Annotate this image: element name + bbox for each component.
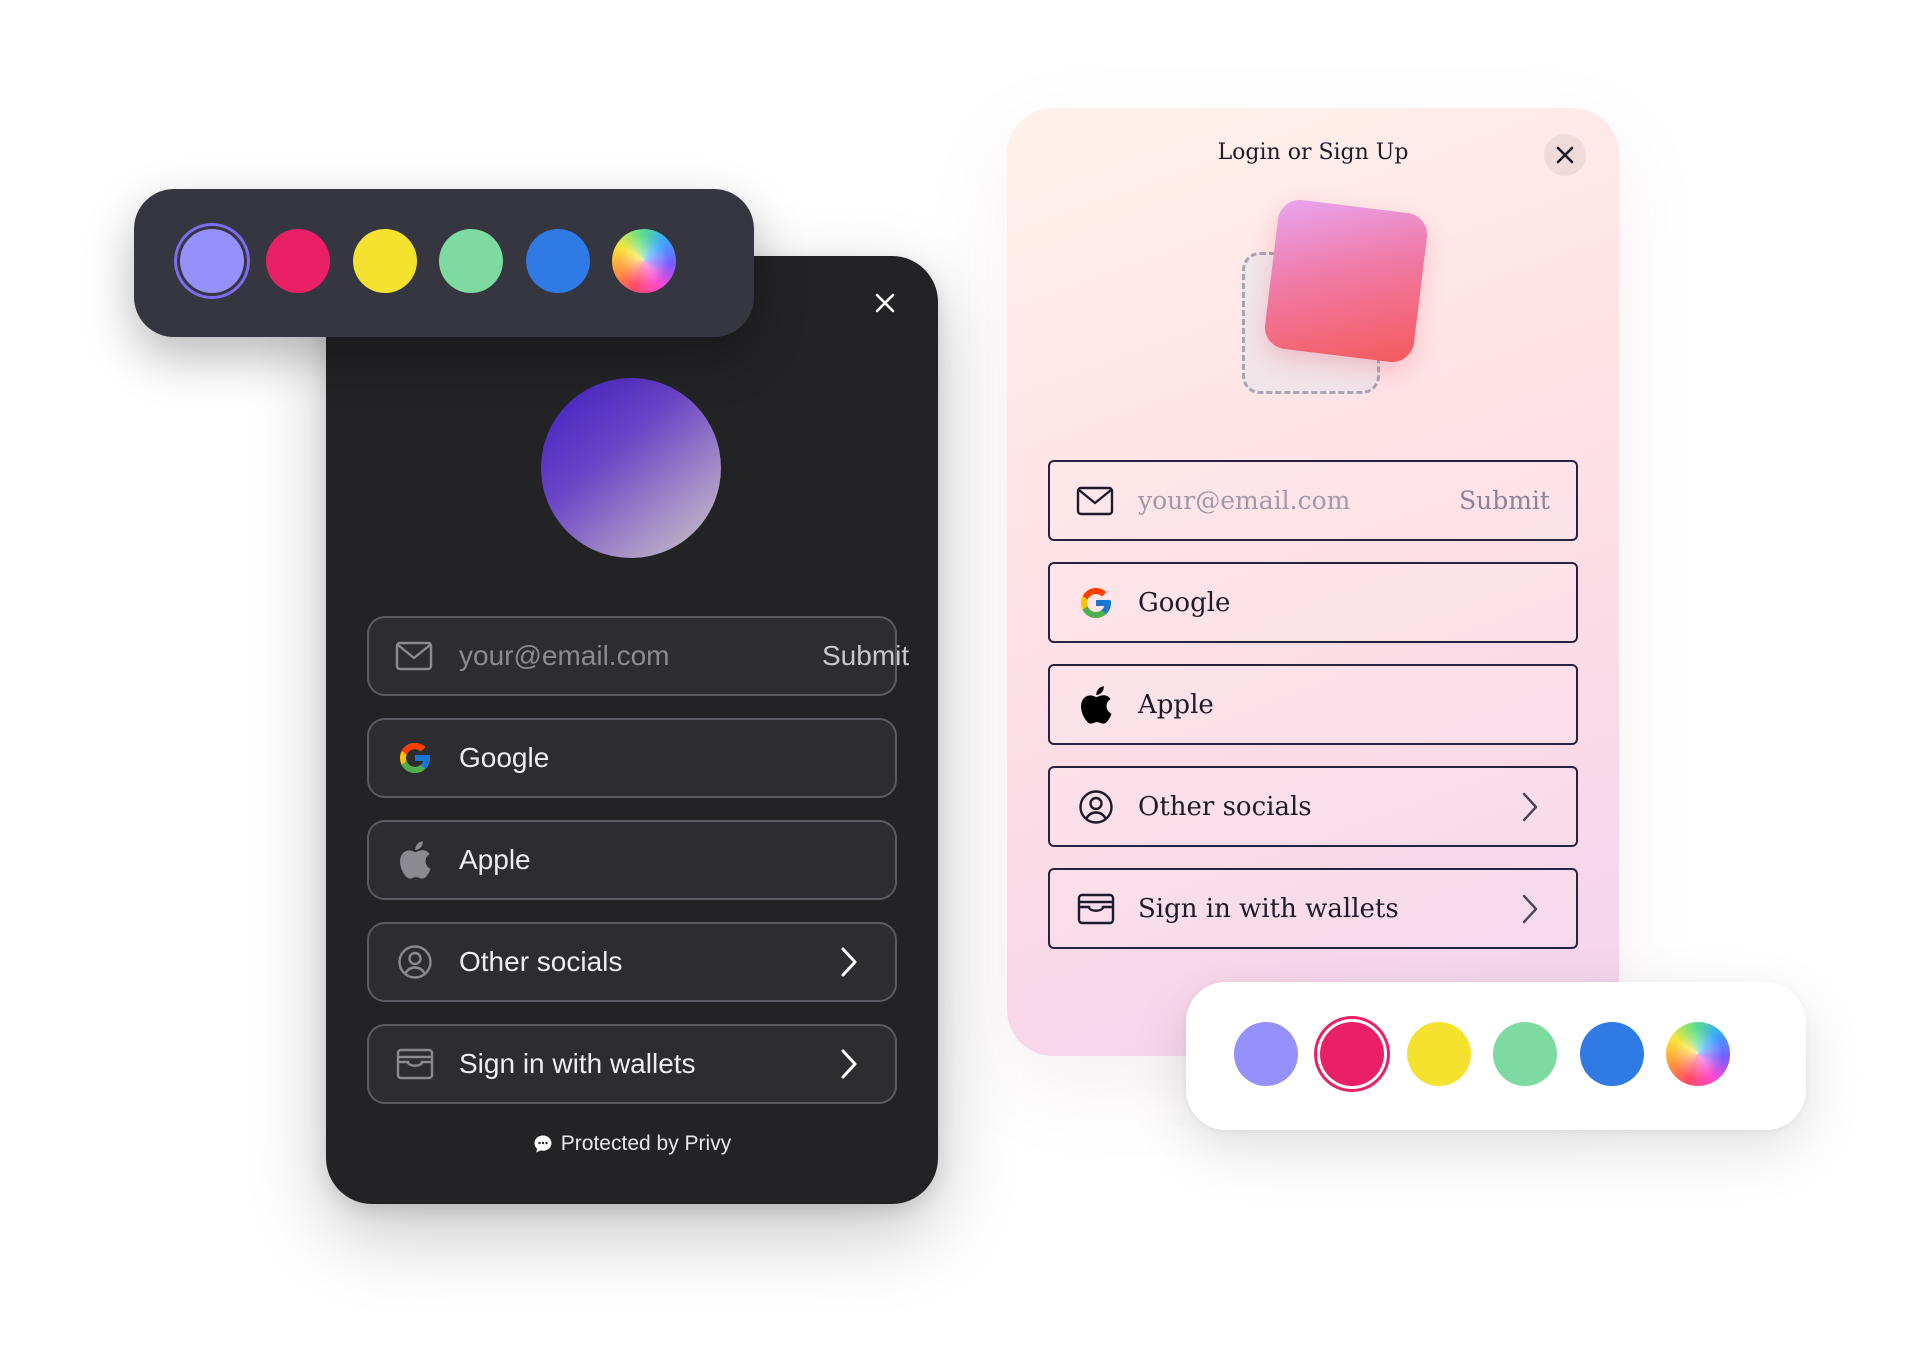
wallets-label: Sign in with wallets	[459, 1048, 696, 1079]
gradient-card	[1262, 197, 1430, 365]
other-socials-button[interactable]: Other socials	[1048, 766, 1578, 847]
footer-text: Protected by Privy	[560, 1132, 732, 1155]
email-field[interactable]: Submit	[367, 616, 909, 696]
mail-icon	[1076, 481, 1114, 521]
dark-color-palette	[134, 189, 754, 337]
apple-label: Apple	[1138, 689, 1214, 720]
chevron-right-icon	[1510, 787, 1550, 827]
chevron-right-icon	[829, 942, 869, 982]
google-icon	[395, 738, 435, 778]
swatch-blue[interactable]	[526, 229, 590, 293]
email-field[interactable]: Submit	[1048, 460, 1578, 541]
google-button[interactable]: Google	[1048, 562, 1578, 643]
swatch-pink[interactable]	[266, 229, 330, 293]
swatch-yellow[interactable]	[353, 229, 417, 293]
apple-button[interactable]: Apple	[367, 820, 897, 900]
submit-button[interactable]: Submit	[1459, 486, 1550, 515]
avatar	[541, 378, 721, 558]
wallet-icon	[1076, 889, 1116, 929]
mail-icon	[395, 636, 433, 676]
swatch-purple[interactable]	[1234, 1022, 1298, 1086]
close-icon	[1556, 146, 1574, 164]
google-label: Google	[459, 742, 550, 773]
google-icon	[1076, 583, 1116, 623]
swatch-yellow[interactable]	[1407, 1022, 1471, 1086]
light-login-modal: Login or Sign Up Submit Google	[1007, 108, 1619, 1056]
header-illustration	[1237, 196, 1437, 416]
swatch-green[interactable]	[439, 229, 503, 293]
swatch-blue[interactable]	[1580, 1022, 1644, 1086]
apple-button[interactable]: Apple	[1048, 664, 1578, 745]
apple-icon	[395, 840, 435, 880]
swatch-rainbow[interactable]	[1666, 1022, 1730, 1086]
submit-button[interactable]: Submit	[822, 640, 909, 672]
google-label: Google	[1138, 587, 1231, 618]
modal-title: Login or Sign Up	[1217, 140, 1409, 165]
wallets-button[interactable]: Sign in with wallets	[1048, 868, 1578, 949]
email-input[interactable]	[457, 639, 822, 673]
close-icon	[875, 293, 895, 313]
swatch-rainbow[interactable]	[612, 229, 676, 293]
swatch-green[interactable]	[1493, 1022, 1557, 1086]
user-circle-icon	[395, 942, 435, 982]
chevron-right-icon	[1510, 889, 1550, 929]
chevron-right-icon	[829, 1044, 869, 1084]
apple-icon	[1076, 685, 1116, 725]
protected-footer: Protected by Privy	[326, 1132, 938, 1156]
email-input[interactable]	[1136, 485, 1459, 516]
close-button[interactable]	[868, 286, 902, 320]
swatch-purple[interactable]	[180, 229, 244, 293]
wallet-icon	[395, 1044, 435, 1084]
close-button[interactable]	[1544, 134, 1586, 176]
wallets-label: Sign in with wallets	[1138, 893, 1399, 924]
apple-label: Apple	[459, 844, 531, 875]
other-socials-label: Other socials	[1138, 791, 1312, 822]
dark-login-modal: Submit Google Apple Other socials	[326, 256, 938, 1204]
light-color-palette	[1186, 982, 1806, 1130]
user-circle-icon	[1076, 787, 1116, 827]
swatch-pink[interactable]	[1320, 1022, 1384, 1086]
privy-chat-icon	[534, 1135, 552, 1153]
other-socials-button[interactable]: Other socials	[367, 922, 897, 1002]
other-socials-label: Other socials	[459, 946, 623, 977]
wallets-button[interactable]: Sign in with wallets	[367, 1024, 897, 1104]
google-button[interactable]: Google	[367, 718, 897, 798]
